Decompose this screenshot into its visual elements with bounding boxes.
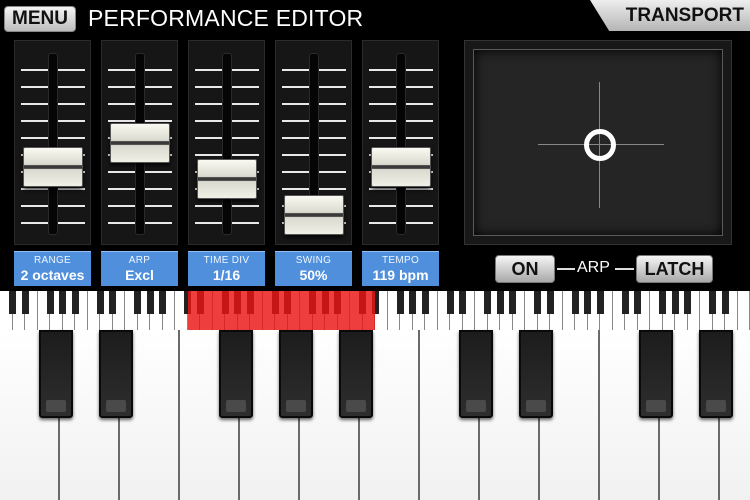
header-bar: MENU PERFORMANCE EDITOR TRANSPORT — [0, 0, 750, 38]
time-div-title: TIME DIV — [203, 255, 250, 266]
mini-black-key[interactable] — [96, 291, 104, 314]
mini-black-key[interactable] — [421, 291, 429, 314]
tempo-value: 119 bpm — [372, 267, 429, 283]
arp-connector-left — [557, 268, 575, 270]
keyboard-range-selector[interactable] — [188, 291, 375, 330]
arp-title: ARP — [128, 255, 151, 266]
mini-black-key[interactable] — [671, 291, 679, 314]
arp-label: ARP — [577, 259, 610, 276]
range-value: 2 octaves — [20, 267, 85, 283]
xy-cursor-handle[interactable] — [584, 129, 616, 161]
swing-fader-handle[interactable] — [284, 195, 344, 235]
arp-fader-handle[interactable] — [110, 123, 170, 163]
tempo-title: TEMPO — [381, 255, 420, 266]
mini-black-key[interactable] — [71, 291, 79, 314]
tempo-fader-handle[interactable] — [371, 147, 431, 187]
arp-value: Excl — [125, 267, 154, 283]
mini-black-key[interactable] — [659, 291, 666, 314]
time-div-fader[interactable] — [188, 40, 265, 245]
mini-black-key[interactable] — [46, 291, 54, 314]
time-div-value: 1/16 — [212, 267, 241, 283]
mini-black-key[interactable] — [546, 291, 554, 314]
mini-black-key[interactable] — [571, 291, 579, 314]
mini-black-key[interactable] — [21, 291, 29, 314]
mini-black-key[interactable] — [621, 291, 629, 314]
xy-pad-surface[interactable] — [473, 49, 723, 236]
arp-label-box: ARP Excl — [101, 251, 178, 286]
mini-black-key[interactable] — [684, 291, 691, 314]
mini-black-key[interactable] — [721, 291, 729, 314]
mini-black-key[interactable] — [396, 291, 404, 314]
mini-white-key[interactable] — [738, 291, 750, 330]
black-key[interactable] — [99, 330, 133, 418]
range-fader-handle[interactable] — [23, 147, 83, 187]
mini-black-key[interactable] — [534, 291, 541, 314]
black-key[interactable] — [39, 330, 73, 418]
time-div-fader-handle[interactable] — [197, 159, 257, 199]
time-div-label: TIME DIV 1/16 — [188, 251, 265, 286]
black-key[interactable] — [459, 330, 493, 418]
swing-fader[interactable] — [275, 40, 352, 245]
mini-black-key[interactable] — [9, 291, 16, 314]
arp-connector-right — [615, 268, 634, 270]
arp-on-button[interactable]: ON — [495, 255, 555, 283]
menu-button[interactable]: MENU — [4, 6, 76, 32]
mini-black-key[interactable] — [146, 291, 154, 314]
mini-black-key[interactable] — [634, 291, 641, 314]
tempo-label: TEMPO 119 bpm — [362, 251, 439, 286]
swing-title: SWING — [295, 255, 332, 266]
mini-keyboard[interactable] — [0, 291, 750, 330]
mini-black-key[interactable] — [109, 291, 116, 314]
mini-black-key[interactable] — [709, 291, 716, 314]
mini-black-key[interactable] — [459, 291, 466, 314]
arp-latch-button[interactable]: LATCH — [636, 255, 713, 283]
arp-fader[interactable] — [101, 40, 178, 245]
range-title: RANGE — [33, 255, 72, 266]
black-key[interactable] — [519, 330, 553, 418]
piano-keyboard[interactable] — [0, 330, 750, 500]
black-key[interactable] — [279, 330, 313, 418]
black-key[interactable] — [339, 330, 373, 418]
mini-black-key[interactable] — [134, 291, 141, 314]
mini-black-key[interactable] — [409, 291, 416, 314]
black-key[interactable] — [699, 330, 733, 418]
mini-black-key[interactable] — [584, 291, 591, 314]
xy-pad[interactable] — [464, 40, 732, 245]
range-fader[interactable] — [14, 40, 91, 245]
transport-button[interactable]: TRANSPORT — [590, 0, 750, 31]
mini-black-key[interactable] — [484, 291, 491, 314]
black-key[interactable] — [219, 330, 253, 418]
tempo-fader[interactable] — [362, 40, 439, 245]
swing-value: 50% — [299, 267, 328, 283]
swing-label: SWING 50% — [275, 251, 352, 286]
black-key[interactable] — [639, 330, 673, 418]
mini-black-key[interactable] — [446, 291, 454, 314]
mini-black-key[interactable] — [509, 291, 516, 314]
mini-black-key[interactable] — [59, 291, 66, 314]
mini-black-key[interactable] — [159, 291, 166, 314]
mini-black-key[interactable] — [496, 291, 504, 314]
mini-black-key[interactable] — [596, 291, 604, 314]
page-title: PERFORMANCE EDITOR — [88, 5, 364, 31]
range-label: RANGE 2 octaves — [14, 251, 91, 286]
